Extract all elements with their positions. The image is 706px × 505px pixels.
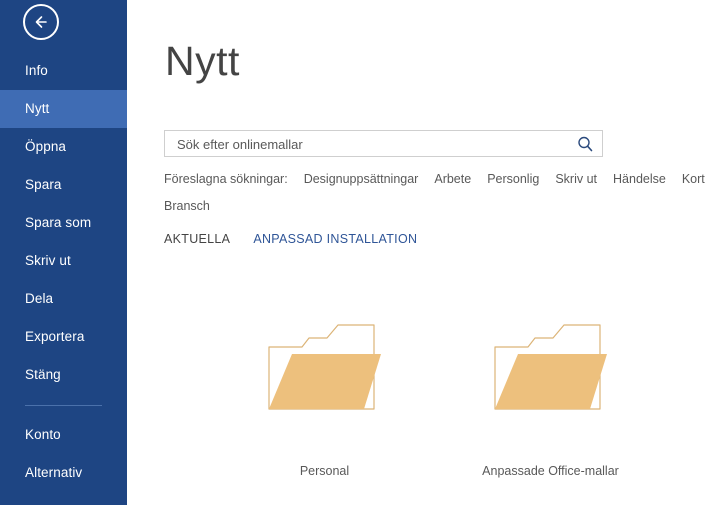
suggested-link-arbete[interactable]: Arbete xyxy=(434,172,471,186)
sidebar-item-label: Stäng xyxy=(25,367,61,382)
suggested-link-kort[interactable]: Kort xyxy=(682,172,705,186)
suggested-link-bransch[interactable]: Bransch xyxy=(164,199,210,213)
folder-item-personal[interactable]: Personal xyxy=(212,312,437,478)
back-button[interactable] xyxy=(23,4,59,40)
sidebar-item-alternativ[interactable]: Alternativ xyxy=(0,454,127,492)
folder-icon xyxy=(265,312,385,417)
folder-label: Personal xyxy=(299,464,350,478)
sidebar: Info Nytt Öppna Spara Spara som Skriv ut… xyxy=(0,0,127,505)
suggested-link-handelse[interactable]: Händelse xyxy=(613,172,666,186)
suggested-link-skriv-ut[interactable]: Skriv ut xyxy=(555,172,597,186)
sidebar-item-skriv-ut[interactable]: Skriv ut xyxy=(0,242,127,280)
tab-anpassad-installation[interactable]: ANPASSAD INSTALLATION xyxy=(253,232,417,246)
sidebar-item-label: Exportera xyxy=(25,329,85,344)
sidebar-item-label: Nytt xyxy=(25,101,50,116)
suggested-searches: Föreslagna sökningar: Designuppsättningar… xyxy=(164,166,706,220)
sidebar-item-exportera[interactable]: Exportera xyxy=(0,318,127,356)
tab-aktuella[interactable]: AKTUELLA xyxy=(164,232,230,246)
sidebar-item-spara[interactable]: Spara xyxy=(0,166,127,204)
sidebar-item-label: Konto xyxy=(25,427,61,442)
folder-label: Anpassade Office-mallar xyxy=(482,464,619,478)
sidebar-item-label: Alternativ xyxy=(25,465,83,480)
sidebar-item-label: Öppna xyxy=(25,139,67,154)
sidebar-item-label: Spara xyxy=(25,177,62,192)
search-box[interactable] xyxy=(164,130,603,158)
sidebar-item-spara-som[interactable]: Spara som xyxy=(0,204,127,242)
sidebar-item-label: Skriv ut xyxy=(25,253,71,268)
sidebar-item-oppna[interactable]: Öppna xyxy=(0,128,127,166)
sidebar-item-konto[interactable]: Konto xyxy=(0,416,127,454)
sidebar-item-label: Spara som xyxy=(25,215,92,230)
folder-icon xyxy=(491,312,611,417)
sidebar-item-info[interactable]: Info xyxy=(0,52,127,90)
sidebar-separator xyxy=(25,405,102,406)
search-input[interactable] xyxy=(175,131,574,158)
main-content: Nytt Föreslagna sökningar: Designuppsättn… xyxy=(127,0,706,505)
search-icon[interactable] xyxy=(575,134,596,155)
sidebar-item-dela[interactable]: Dela xyxy=(0,280,127,318)
sidebar-item-nytt[interactable]: Nytt xyxy=(0,90,127,128)
suggested-searches-label: Föreslagna sökningar: xyxy=(164,172,288,186)
folder-item-anpassade-office-mallar[interactable]: Anpassade Office-mallar xyxy=(438,312,663,478)
sidebar-item-label: Dela xyxy=(25,291,54,306)
suggested-link-personlig[interactable]: Personlig xyxy=(487,172,539,186)
sidebar-item-label: Info xyxy=(25,63,48,78)
page-title: Nytt xyxy=(165,38,240,84)
template-tabs: AKTUELLA ANPASSAD INSTALLATION xyxy=(164,232,440,246)
suggested-link-designuppsattningar[interactable]: Designuppsättningar xyxy=(304,172,419,186)
sidebar-item-stang[interactable]: Stäng xyxy=(0,356,127,394)
